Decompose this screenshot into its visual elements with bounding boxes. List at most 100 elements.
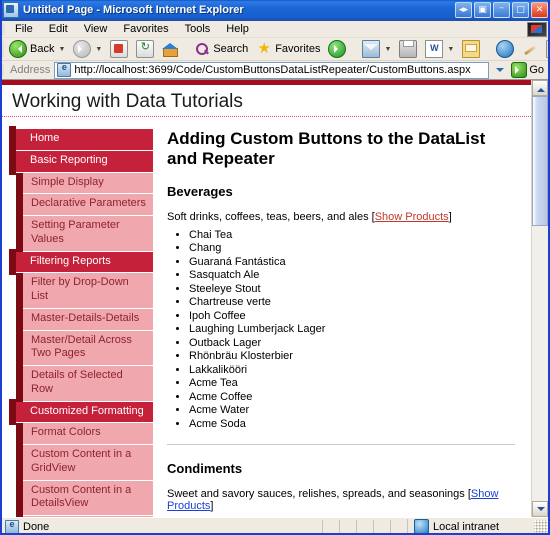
restore-group-button[interactable]: ◂▸	[455, 2, 472, 18]
minimize-icon: –	[494, 3, 509, 17]
sidebar-section-basic-reporting[interactable]: Basic Reporting	[16, 151, 153, 173]
list-item: Chang	[189, 242, 515, 254]
edit-button[interactable]: ▼	[422, 39, 457, 59]
menu-file[interactable]: File	[8, 22, 40, 36]
menu-help[interactable]: Help	[219, 22, 256, 36]
address-url-text: http://localhost:3699/Code/CustomButtons…	[74, 64, 470, 76]
go-button[interactable]: Go	[511, 62, 548, 78]
status-cells	[322, 520, 407, 534]
menu-bar: File Edit View Favorites Tools Help	[0, 21, 550, 38]
close-icon: ✕	[532, 3, 547, 17]
globe-icon	[496, 40, 514, 58]
show-products-link-beverages[interactable]: Show Products	[375, 211, 449, 223]
category-divider	[167, 444, 515, 445]
menu-view[interactable]: View	[77, 22, 115, 36]
sidebar-nav: Home Basic Reporting Simple Display Decl…	[16, 129, 153, 517]
category-description-beverages: Soft drinks, coffees, teas, beers, and a…	[167, 211, 515, 223]
maximize-icon: □	[513, 3, 528, 17]
address-label: Address	[10, 64, 50, 76]
product-list-beverages: Chai Tea Chang Guaraná Fantástica Sasqua…	[171, 229, 515, 430]
search-button[interactable]: Search	[191, 40, 251, 58]
local-intranet-icon	[414, 519, 429, 534]
refresh-icon	[136, 40, 154, 58]
address-input[interactable]: http://localhost:3699/Code/CustomButtons…	[54, 62, 489, 79]
search-label: Search	[213, 43, 248, 55]
sidebar-item-master-detail-across-two-pages[interactable]: Master/Detail Across Two Pages	[23, 331, 153, 367]
category-description-text: Sweet and savory sauces, relishes, sprea…	[167, 488, 465, 500]
status-text: Done	[23, 521, 49, 533]
home-button[interactable]	[159, 40, 181, 58]
group-window-button[interactable]: ▣	[474, 2, 491, 18]
list-item: Acme Soda	[189, 418, 515, 430]
status-bar: Done Local intranet	[0, 517, 550, 535]
page-title: Working with Data Tutorials	[12, 91, 521, 113]
menu-edit[interactable]: Edit	[42, 22, 75, 36]
star-icon: ★	[256, 41, 272, 57]
research-button[interactable]	[543, 39, 550, 59]
menu-favorites[interactable]: Favorites	[116, 22, 175, 36]
sidebar-item-custom-content-formview[interactable]: Custom Content in a FormView	[23, 516, 153, 517]
list-item: Lakkalikööri	[189, 364, 515, 376]
discuss-button[interactable]	[459, 39, 483, 59]
sidebar-item-details-of-selected-row[interactable]: Details of Selected Row	[23, 366, 153, 402]
scroll-down-button[interactable]	[532, 501, 548, 517]
home-icon	[162, 41, 178, 57]
list-item: Ipoh Coffee	[189, 310, 515, 322]
chevron-down-icon[interactable]: ▼	[447, 46, 454, 53]
sidebar-item-master-details-details[interactable]: Master-Details-Details	[23, 309, 153, 331]
address-dropdown-button[interactable]	[493, 63, 507, 78]
status-message-area: Done	[0, 520, 322, 534]
bracket-close: ]	[449, 211, 452, 223]
stop-button[interactable]	[107, 39, 131, 59]
close-button[interactable]: ✕	[531, 2, 548, 18]
list-item: Chartreuse verte	[189, 296, 515, 308]
back-button[interactable]: Back ▼	[6, 39, 68, 59]
sidebar-item-custom-content-gridview[interactable]: Custom Content in a GridView	[23, 445, 153, 481]
sidebar-item-custom-content-detailsview[interactable]: Custom Content in a DetailsView	[23, 481, 153, 517]
chevron-down-icon[interactable]: ▼	[384, 46, 391, 53]
chevron-down-icon[interactable]: ▼	[58, 46, 65, 53]
favorites-button[interactable]: ★ Favorites	[253, 40, 323, 58]
media-button[interactable]	[325, 39, 349, 59]
minimize-button[interactable]: –	[493, 2, 510, 18]
mail-button[interactable]: ▼	[359, 39, 394, 59]
category-heading-condiments: Condiments	[167, 461, 515, 476]
list-item: Rhönbräu Klosterbier	[189, 350, 515, 362]
sidebar-item-format-colors[interactable]: Format Colors	[23, 423, 153, 445]
forward-button[interactable]: ▼	[70, 39, 105, 59]
list-item: Chai Tea	[189, 229, 515, 241]
security-zone[interactable]: Local intranet	[407, 519, 534, 534]
sidebar-item-declarative-parameters[interactable]: Declarative Parameters	[23, 194, 153, 216]
window-controls: ◂▸ ▣ – □ ✕	[455, 2, 548, 18]
pencil-icon	[522, 41, 538, 57]
sidebar-section-customized-formatting[interactable]: Customized Formatting	[16, 402, 153, 424]
messenger-button[interactable]	[493, 39, 517, 59]
sidebar-section-home[interactable]: Home	[16, 129, 153, 151]
refresh-button[interactable]	[133, 39, 157, 59]
menu-tools[interactable]: Tools	[178, 22, 218, 36]
maximize-button[interactable]: □	[512, 2, 529, 18]
resize-grip[interactable]	[534, 520, 548, 534]
stop-icon	[110, 40, 128, 58]
scrollbar-thumb[interactable]	[532, 96, 548, 226]
list-item: Acme Water	[189, 404, 515, 416]
chevron-down-icon[interactable]: ▼	[95, 46, 102, 53]
highlight-button[interactable]	[519, 40, 541, 58]
sidebar-item-filter-by-drop-down-list[interactable]: Filter by Drop-Down List	[23, 273, 153, 309]
category-description-condiments: Sweet and savory sauces, relishes, sprea…	[167, 488, 515, 512]
go-label: Go	[529, 64, 544, 76]
discuss-icon	[462, 40, 480, 58]
print-button[interactable]	[396, 39, 420, 59]
page-scrollbar[interactable]	[531, 80, 548, 517]
security-zone-label: Local intranet	[433, 521, 499, 533]
scroll-up-button[interactable]	[532, 80, 548, 96]
status-cell	[390, 520, 407, 534]
sidebar-item-simple-display[interactable]: Simple Display	[23, 173, 153, 195]
sidebar-section-filtering-reports[interactable]: Filtering Reports	[16, 252, 153, 274]
favorites-label: Favorites	[275, 43, 320, 55]
page-header: Working with Data Tutorials	[2, 85, 531, 117]
sidebar-item-setting-parameter-values[interactable]: Setting Parameter Values	[23, 216, 153, 252]
browser-toolbar: Back ▼ ▼ Search ★ Favorites	[0, 38, 550, 61]
list-item: Laughing Lumberjack Lager	[189, 323, 515, 335]
bracket-close: ]	[210, 500, 213, 512]
